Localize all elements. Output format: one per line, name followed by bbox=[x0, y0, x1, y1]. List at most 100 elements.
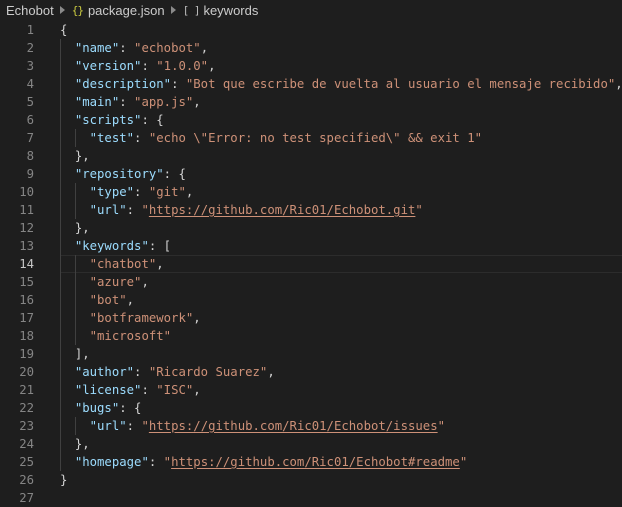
code-line[interactable]: 10 "type": "git", bbox=[0, 183, 622, 201]
json-key: "repository" bbox=[74, 167, 164, 181]
json-key: "name" bbox=[74, 41, 120, 55]
code-line[interactable]: 14 "chatbot", bbox=[0, 255, 622, 273]
json-punctuation: : bbox=[148, 455, 164, 469]
json-string: "echo \"Error: no test specified\" && ex… bbox=[148, 131, 483, 145]
json-key: "main" bbox=[74, 95, 120, 109]
code-text: "name": "echobot", bbox=[60, 39, 208, 57]
json-punctuation: : bbox=[119, 41, 135, 55]
line-number: 3 bbox=[26, 59, 34, 73]
code-text: "keywords": [ bbox=[60, 237, 171, 255]
code-line[interactable]: 13 "keywords": [ bbox=[0, 237, 622, 255]
code-line[interactable]: 17 "botframework", bbox=[0, 309, 622, 327]
json-punctuation: ], bbox=[74, 347, 90, 361]
code-text: "test": "echo \"Error: no test specified… bbox=[60, 129, 482, 147]
json-string: "git" bbox=[148, 185, 186, 199]
code-text: ], bbox=[60, 345, 90, 363]
code-line[interactable]: 16 "bot", bbox=[0, 291, 622, 309]
code-line[interactable]: 24 }, bbox=[0, 435, 622, 453]
json-punctuation: , bbox=[193, 311, 201, 325]
code-line[interactable]: 8 }, bbox=[0, 147, 622, 165]
json-punctuation: , bbox=[156, 257, 164, 271]
url-link[interactable]: https://github.com/Ric01/Echobot.git bbox=[149, 203, 416, 217]
json-string: "microsoft" bbox=[89, 329, 172, 343]
json-key: "homepage" bbox=[74, 455, 149, 469]
json-string: " bbox=[437, 419, 446, 433]
json-string: "ISC" bbox=[156, 383, 194, 397]
code-text: }, bbox=[60, 147, 90, 165]
code-text: }, bbox=[60, 219, 90, 237]
code-line[interactable]: 25 "homepage": "https://github.com/Ric01… bbox=[0, 453, 622, 471]
json-braces-icon: {} bbox=[71, 3, 84, 17]
json-punctuation: } bbox=[60, 473, 68, 487]
code-line[interactable]: 1{ bbox=[0, 21, 622, 39]
code-editor[interactable]: 1{2 "name": "echobot", 3 "version": "1.0.… bbox=[0, 21, 622, 507]
json-key: "license" bbox=[74, 383, 142, 397]
code-line[interactable]: 4 "description": "Bot que escribe de vue… bbox=[0, 75, 622, 93]
code-line[interactable]: 6 "scripts": { bbox=[0, 111, 622, 129]
line-number: 25 bbox=[19, 455, 34, 469]
json-string: "1.0.0" bbox=[156, 59, 209, 73]
line-number: 5 bbox=[26, 95, 34, 109]
json-string: " bbox=[459, 455, 468, 469]
code-text: }, bbox=[60, 435, 90, 453]
json-punctuation: }, bbox=[74, 221, 90, 235]
breadcrumb-folder-label: Echobot bbox=[6, 2, 54, 18]
breadcrumb-item-file[interactable]: {} package.json bbox=[72, 3, 165, 18]
json-punctuation: , bbox=[208, 59, 216, 73]
line-number: 2 bbox=[26, 41, 34, 55]
json-key: "keywords" bbox=[74, 239, 149, 253]
code-line[interactable]: 21 "license": "ISC", bbox=[0, 381, 622, 399]
json-key: "url" bbox=[89, 419, 127, 433]
code-line[interactable]: 20 "author": "Ricardo Suarez", bbox=[0, 363, 622, 381]
code-line[interactable]: 7 "test": "echo \"Error: no test specifi… bbox=[0, 129, 622, 147]
json-punctuation: : bbox=[126, 203, 142, 217]
code-line[interactable]: 11 "url": "https://github.com/Ric01/Echo… bbox=[0, 201, 622, 219]
json-punctuation: : bbox=[126, 419, 142, 433]
line-number: 4 bbox=[26, 77, 34, 91]
code-line[interactable]: 9 "repository": { bbox=[0, 165, 622, 183]
breadcrumb-file-label: package.json bbox=[87, 2, 165, 18]
code-line[interactable]: 5 "main": "app.js", bbox=[0, 93, 622, 111]
breadcrumb-item-symbol[interactable]: [ ] keywords bbox=[183, 3, 259, 18]
line-number: 18 bbox=[19, 329, 34, 343]
code-line[interactable]: 19 ], bbox=[0, 345, 622, 363]
json-punctuation: : { bbox=[163, 167, 186, 181]
code-line[interactable]: 22 "bugs": { bbox=[0, 399, 622, 417]
code-text: "url": "https://github.com/Ric01/Echobot… bbox=[60, 201, 423, 219]
code-line[interactable]: 23 "url": "https://github.com/Ric01/Echo… bbox=[0, 417, 622, 435]
json-punctuation: , bbox=[193, 383, 201, 397]
code-text: { bbox=[60, 21, 67, 39]
code-text: "repository": { bbox=[60, 165, 186, 183]
line-number: 1 bbox=[26, 23, 34, 37]
json-punctuation: : bbox=[134, 131, 149, 145]
line-number: 14 bbox=[19, 257, 34, 271]
line-number: 19 bbox=[19, 347, 34, 361]
code-text: "type": "git", bbox=[60, 183, 194, 201]
line-number: 11 bbox=[19, 203, 34, 217]
code-line[interactable]: 27 bbox=[0, 489, 622, 507]
code-line[interactable]: 26} bbox=[0, 471, 622, 489]
code-line[interactable]: 15 "azure", bbox=[0, 273, 622, 291]
code-line[interactable]: 3 "version": "1.0.0", bbox=[0, 57, 622, 75]
url-link[interactable]: https://github.com/Ric01/Echobot/issues bbox=[149, 419, 438, 433]
url-link[interactable]: https://github.com/Ric01/Echobot#readme bbox=[171, 455, 460, 469]
line-number: 27 bbox=[19, 491, 34, 505]
json-punctuation: , bbox=[267, 365, 275, 379]
chevron-right-icon bbox=[170, 6, 176, 14]
code-line[interactable]: 2 "name": "echobot", bbox=[0, 39, 622, 57]
line-number: 8 bbox=[26, 149, 34, 163]
json-string: "botframework" bbox=[89, 311, 194, 325]
code-text: "homepage": "https://github.com/Ric01/Ec… bbox=[60, 453, 467, 471]
line-number: 16 bbox=[19, 293, 34, 307]
json-punctuation: , bbox=[185, 185, 194, 199]
json-punctuation: , bbox=[193, 95, 201, 109]
code-line[interactable]: 12 }, bbox=[0, 219, 622, 237]
line-number: 13 bbox=[19, 239, 34, 253]
code-text: "scripts": { bbox=[60, 111, 164, 129]
json-punctuation: : [ bbox=[148, 239, 172, 253]
json-punctuation: , bbox=[126, 293, 135, 307]
line-number: 23 bbox=[19, 419, 34, 433]
breadcrumb-item-folder[interactable]: Echobot bbox=[6, 3, 54, 18]
code-line[interactable]: 18 "microsoft" bbox=[0, 327, 622, 345]
array-brackets-icon: [ ] bbox=[182, 3, 201, 17]
